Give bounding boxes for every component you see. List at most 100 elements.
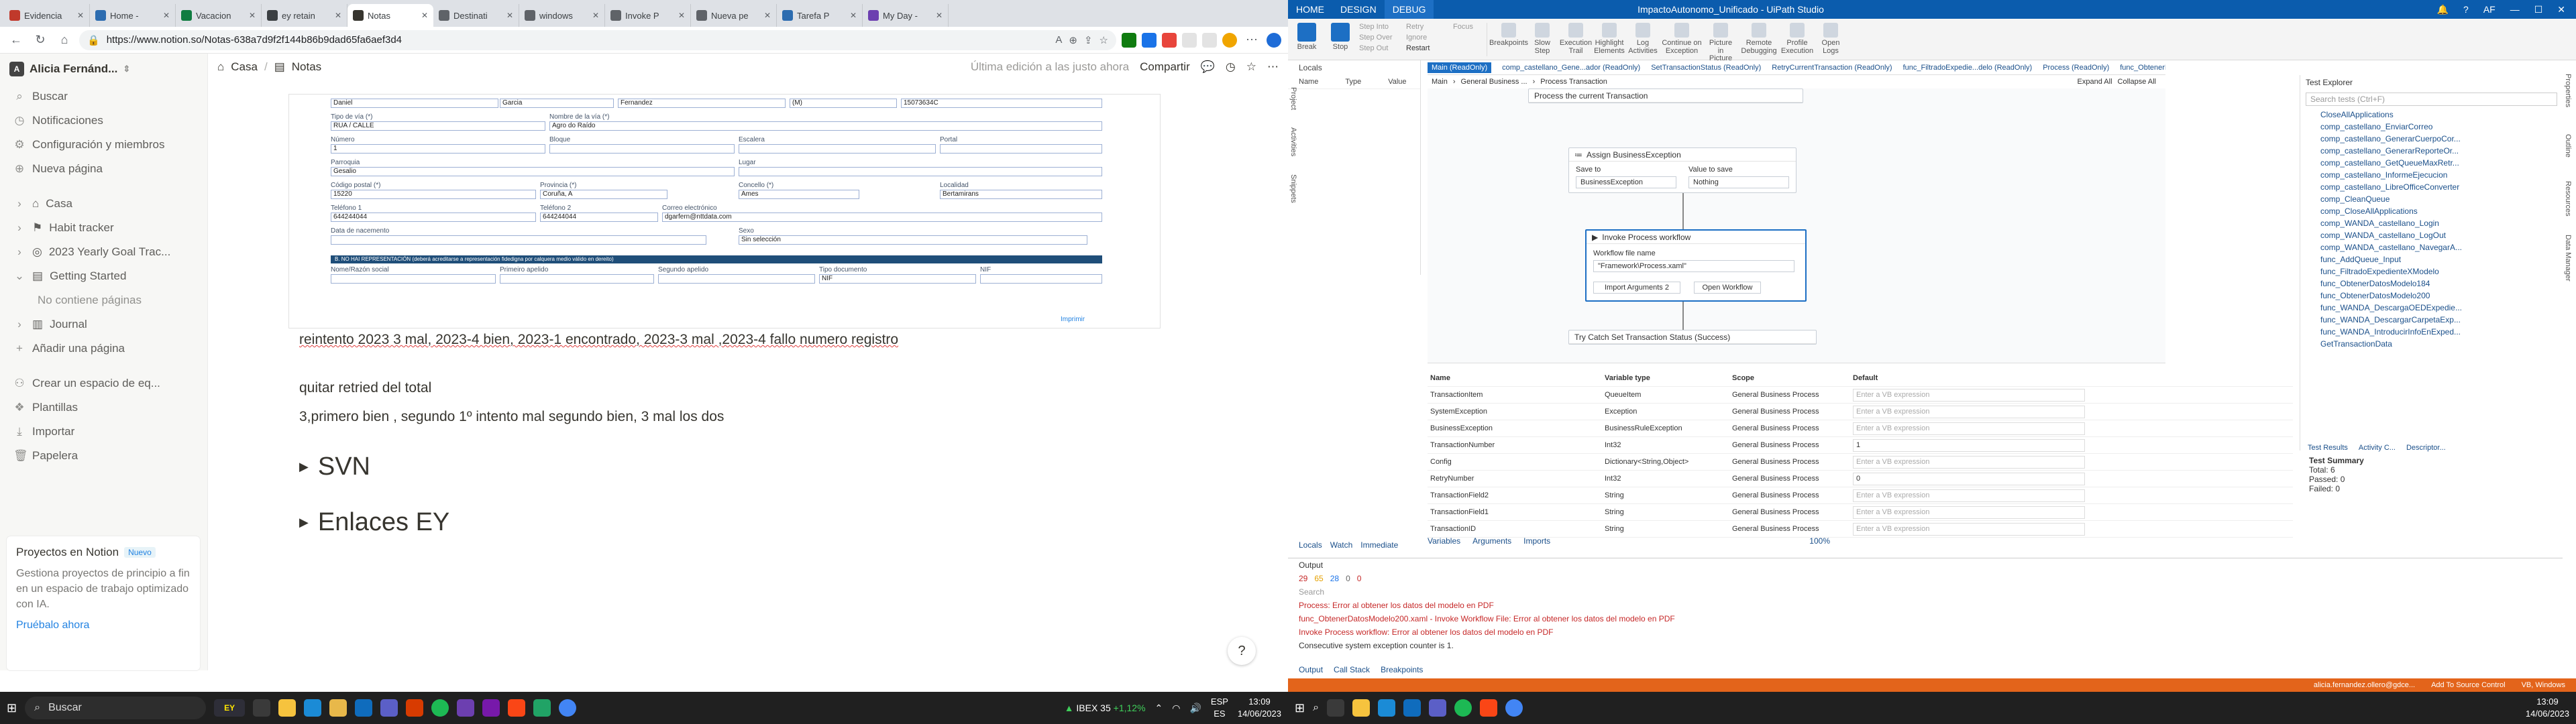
collections-icon[interactable] [1202, 32, 1217, 48]
sidebar-page-habit-tracker[interactable]: › ⚑ Habit tracker [0, 216, 207, 240]
file-explorer-icon[interactable] [1352, 699, 1371, 717]
output-filter-count[interactable]: 65 [1314, 574, 1323, 583]
promo-cta-link[interactable]: Pruébalo ahora [16, 619, 191, 631]
status-user[interactable]: alicia.fernandez.ollero@gdce... [2314, 681, 2415, 689]
menu-dots-icon[interactable]: ⋯ [1242, 31, 1261, 50]
uipath-icon[interactable] [1480, 699, 1498, 717]
variable-cell[interactable]: 1 [1850, 438, 2085, 452]
user-avatar[interactable]: AF [2483, 4, 2496, 15]
history-icon[interactable]: ◷ [1226, 60, 1236, 74]
tab-close-icon[interactable]: ✕ [163, 11, 170, 20]
output-filter-count[interactable]: 0 [1346, 574, 1350, 583]
tab-test-results[interactable]: Test Results [2308, 444, 2348, 452]
test-item[interactable]: comp_castellano_LibreOfficeConverter [2300, 181, 2563, 193]
variable-row[interactable]: TransactionItem QueueItem General Business… [1428, 387, 2293, 404]
step-over-button[interactable]: Step Over [1359, 34, 1402, 42]
browser-tab[interactable]: ey retain ✕ [262, 4, 347, 27]
windows-start-icon[interactable]: ⊞ [7, 701, 17, 715]
lang-indicator[interactable]: ESP ES [1211, 696, 1228, 719]
sidebar-item-new-page[interactable]: ⊕ Nueva página [0, 157, 207, 181]
test-search-input[interactable]: Search tests (Ctrl+F) [2306, 93, 2557, 106]
chrome-icon[interactable] [1505, 699, 1523, 717]
output-search-input[interactable]: Search [1288, 585, 2563, 599]
variable-row[interactable]: TransactionField2 String General Business … [1428, 487, 2293, 504]
favorite-star-icon[interactable]: ☆ [1246, 60, 1256, 74]
sidebar-add-page[interactable]: + Añadir una página [0, 337, 207, 361]
tab-debug[interactable]: DEBUG [1384, 0, 1434, 19]
back-icon[interactable]: ← [7, 31, 25, 50]
activity-try-catch[interactable]: Try Catch Set Transaction Status (Succes… [1568, 330, 1817, 345]
continue-on-exception-button[interactable]: Continue on Exception [1662, 23, 1702, 55]
app-icon[interactable] [406, 699, 424, 717]
variable-cell[interactable]: Enter a VB expression [1850, 489, 2085, 502]
variable-cell[interactable]: Enter a VB expression [1850, 505, 2085, 519]
triangle-right-icon[interactable]: ▶ [299, 460, 309, 474]
edge-icon[interactable] [304, 699, 322, 717]
toggle-block-svn[interactable]: ▶ SVN [299, 452, 1171, 481]
app-icon[interactable] [533, 699, 551, 717]
sidebar-page-getting-started[interactable]: ⌄ ▤ Getting Started [0, 264, 207, 288]
restart-button[interactable]: Restart [1406, 44, 1449, 52]
expand-all-button[interactable]: Expand All [2078, 78, 2112, 86]
app-icon[interactable] [457, 699, 475, 717]
app-icon[interactable] [482, 699, 500, 717]
favorite-star-icon[interactable]: ☆ [1099, 34, 1108, 46]
text-block[interactable]: 3,primero bien , segundo 1º intento mal … [299, 406, 1171, 428]
test-item[interactable]: comp_WANDA_castellano_NavegarA... [2300, 241, 2563, 253]
output-line[interactable]: func_ObtenerDatosModelo200.xaml - Invoke… [1288, 612, 2563, 625]
home-icon[interactable]: ⌂ [55, 31, 74, 50]
sidebar-page-casa[interactable]: › ⌂ Casa [0, 192, 207, 216]
extension-icon[interactable] [1162, 32, 1177, 48]
workflow-tab[interactable]: Process (ReadOnly) [2043, 64, 2109, 72]
side-tab-outline[interactable]: Outline [2564, 134, 2572, 158]
tab-close-icon[interactable]: ✕ [764, 11, 771, 20]
taskbar-search[interactable]: ⌕ Buscar [25, 697, 207, 719]
triangle-right-icon[interactable]: ▶ [299, 516, 309, 530]
outlook-icon[interactable] [355, 699, 373, 717]
test-item[interactable]: GetTransactionData [2300, 338, 2563, 350]
side-tab-activities[interactable]: Activities [1289, 127, 1297, 156]
browser-tab[interactable]: Nueva pe ✕ [691, 4, 777, 27]
profile-execution-button[interactable]: Profile Execution [1781, 23, 1813, 55]
side-tab-properties[interactable]: Properties [2564, 74, 2572, 107]
address-field[interactable]: 🔒 https://www.notion.so/Notas-638a7d9f2f… [79, 29, 1116, 50]
spotify-icon[interactable] [1454, 699, 1472, 717]
variable-row[interactable]: RetryNumber Int32 General Business Process… [1428, 471, 2293, 487]
tab-call-stack[interactable]: Call Stack [1334, 665, 1370, 674]
browser-tab[interactable]: Tarefa P ✕ [777, 4, 863, 27]
help-icon[interactable]: ? [2463, 4, 2469, 15]
test-item[interactable]: comp_CleanQueue [2300, 193, 2563, 205]
variable-cell[interactable]: Enter a VB expression [1850, 522, 2085, 536]
edge-icon[interactable] [1378, 699, 1396, 717]
favorites-icon[interactable] [1182, 32, 1197, 48]
notifications-icon[interactable]: 🔔 [2437, 4, 2449, 15]
slow-step-button[interactable]: Slow Step [1527, 23, 1557, 55]
output-filter-count[interactable]: 28 [1330, 574, 1339, 583]
breakpoints-button[interactable]: Breakpoints [1489, 23, 1528, 48]
log-activities-button[interactable]: Log Activities [1628, 23, 1658, 55]
ignore-button[interactable]: Ignore [1406, 34, 1449, 42]
task-view-icon[interactable] [253, 699, 271, 717]
variable-row[interactable]: TransactionField1 String General Business … [1428, 504, 2293, 521]
tab-watch[interactable]: Watch [1330, 540, 1353, 550]
file-explorer-icon[interactable] [278, 699, 297, 717]
remote-debugging-button[interactable]: Remote Debugging [1739, 23, 1778, 55]
test-item[interactable]: func_ObtenerDatosModelo184 [2300, 278, 2563, 290]
tab-close-icon[interactable]: ✕ [249, 11, 256, 20]
teams-icon[interactable] [380, 699, 398, 717]
open-logs-button[interactable]: Open Logs [1816, 23, 1845, 55]
text-block[interactable]: quitar retried del total [299, 377, 1171, 400]
test-item[interactable]: func_WANDA_IntroducirInfoEnExped... [2300, 326, 2563, 338]
sidebar-item-templates[interactable]: ❖ Plantillas [0, 396, 207, 420]
tab-immediate[interactable]: Immediate [1360, 540, 1398, 550]
workflow-tab[interactable]: SetTransactionStatus (ReadOnly) [1651, 64, 1761, 72]
browser-tab[interactable]: Evidencia ✕ [4, 4, 90, 27]
windows-start-icon[interactable]: ⊞ [1295, 701, 1305, 715]
stop-button[interactable]: Stop [1326, 23, 1355, 52]
chrome-icon[interactable] [559, 699, 577, 717]
help-button[interactable]: ? [1228, 637, 1256, 665]
tab-close-icon[interactable]: ✕ [77, 11, 84, 20]
sidebar-page-yearly-goal[interactable]: › ◎ 2023 Yearly Goal Trac... [0, 240, 207, 264]
variable-row[interactable]: SystemException Exception General Business… [1428, 404, 2293, 420]
test-item[interactable]: func_WANDA_DescargaOEDExpedie... [2300, 302, 2563, 314]
